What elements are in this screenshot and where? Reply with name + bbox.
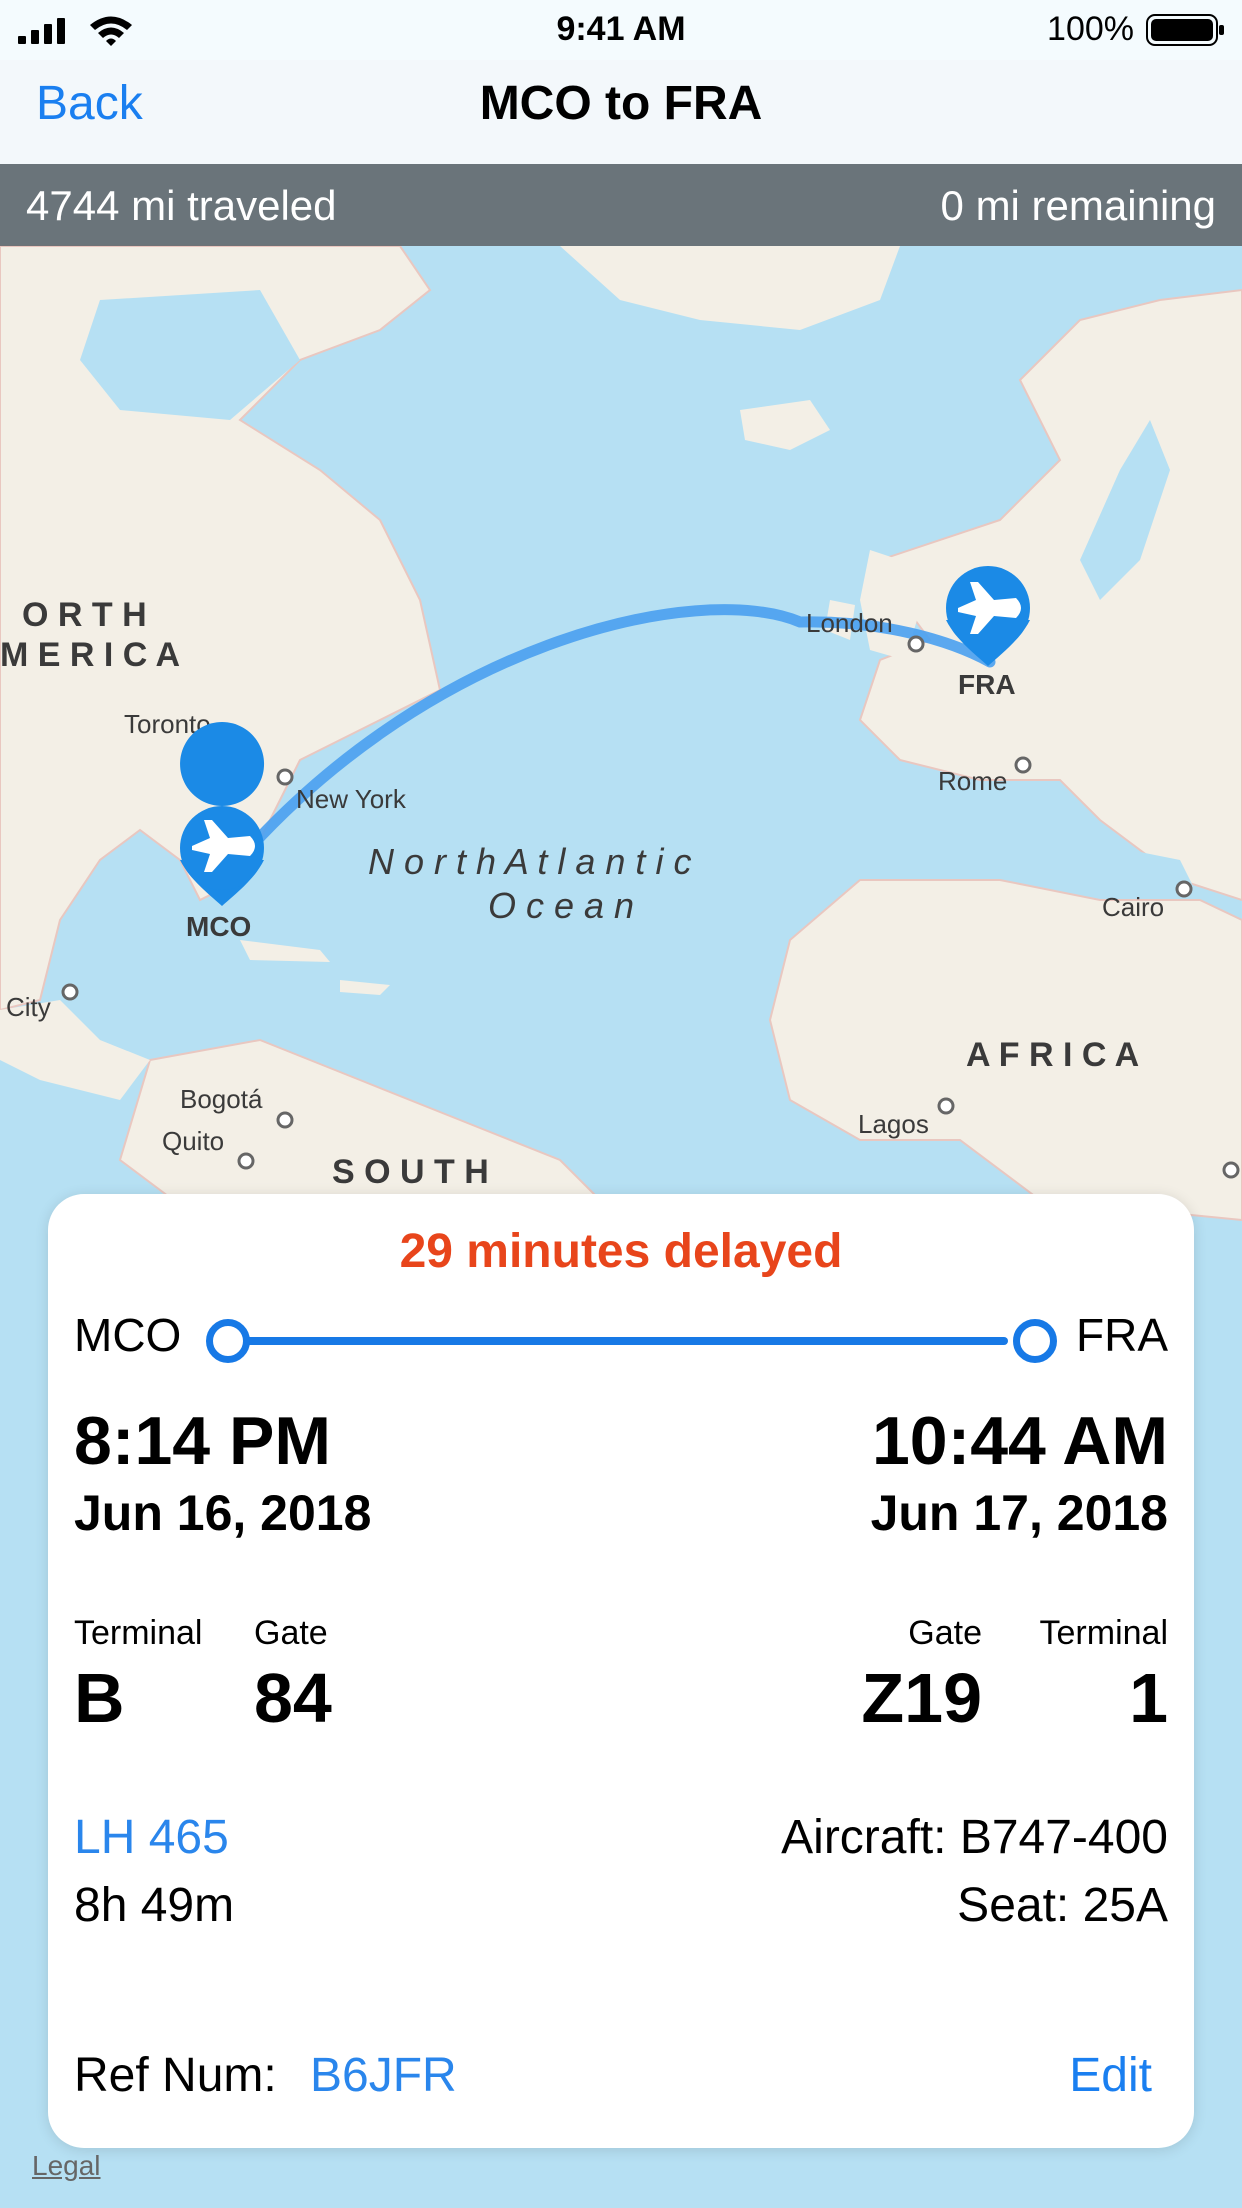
reference-number-label: Ref Num: [74, 2049, 277, 2102]
flight-details-card: 29 minutes delayed MCO FRA 8:14 PM Jun 1… [48, 1194, 1194, 2148]
map-label-rome: Rome [938, 766, 1007, 796]
map-label-quito: Quito [162, 1126, 224, 1156]
battery-icon [1146, 14, 1224, 46]
arrival-date: Jun 17, 2018 [870, 1485, 1168, 1541]
departure-gate-label: Gate [254, 1614, 328, 1652]
status-bar: 9:41 AM 100% [0, 0, 1242, 60]
edit-button[interactable]: Edit [1069, 2048, 1152, 2103]
map-label-new-york: New York [296, 784, 407, 814]
reference-number[interactable]: B6JFR [310, 2048, 457, 2103]
departure-date: Jun 16, 2018 [74, 1485, 372, 1541]
arrival-terminal: 1 [1129, 1659, 1168, 1737]
route-progress-line [208, 1337, 1008, 1345]
map-label-ocean-1: N o r t h A t l a n t i c [368, 841, 691, 882]
map-label-lagos: Lagos [858, 1109, 929, 1139]
flight-number-link[interactable]: LH 465 [74, 1810, 229, 1865]
page-title: MCO to FRA [479, 77, 763, 130]
map-label-south-america: S O U T H [332, 1153, 489, 1191]
back-button[interactable]: Back [36, 76, 143, 131]
map-label-north-america-2: M E R I C A [0, 636, 180, 674]
arrival-gate: Z19 [861, 1659, 982, 1737]
arrival-terminal-label: Terminal [1039, 1614, 1168, 1652]
distance-remaining: 0 mi remaining [940, 182, 1216, 229]
arrival-time: 10:44 AM [871, 1403, 1168, 1479]
distance-traveled: 4744 mi traveled [26, 182, 337, 229]
map-label-cairo: Cairo [1102, 892, 1164, 922]
route-end-dot [1013, 1319, 1057, 1363]
map-label-africa: A F R I C A [966, 1036, 1139, 1074]
departure-terminal-label: Terminal [74, 1614, 203, 1652]
map-label-origin-code: MCO [186, 911, 251, 942]
route-destination-code: FRA [1076, 1309, 1168, 1361]
seat-number: Seat: 25A [957, 1879, 1168, 1932]
distance-progress-bar: 4744 mi traveled 0 mi remaining [0, 164, 1242, 246]
map-label-ocean-2: O c e a n [488, 885, 634, 926]
battery-percentage: 100% [1047, 10, 1134, 48]
flight-duration: 8h 49m [74, 1879, 235, 1932]
departure-time: 8:14 PM [74, 1403, 331, 1479]
route-start-dot [206, 1319, 250, 1363]
arrival-gate-label: Gate [908, 1614, 982, 1652]
map-label-london: London [806, 608, 893, 638]
legal-link[interactable]: Legal [32, 2150, 101, 2182]
route-origin-code: MCO [74, 1309, 182, 1361]
map-label-bogota: Bogotá [180, 1084, 263, 1114]
map-label-north-america-1: O R T H [22, 596, 147, 634]
departure-terminal: B [74, 1659, 125, 1737]
departure-gate: 84 [254, 1659, 332, 1737]
map-label-dest-code: FRA [958, 669, 1016, 700]
aircraft-type: Aircraft: B747-400 [781, 1811, 1168, 1864]
navigation-bar: Back MCO to FRA [0, 60, 1242, 164]
map-label-city: City [6, 992, 51, 1022]
delay-status: 29 minutes delayed [399, 1225, 843, 1278]
